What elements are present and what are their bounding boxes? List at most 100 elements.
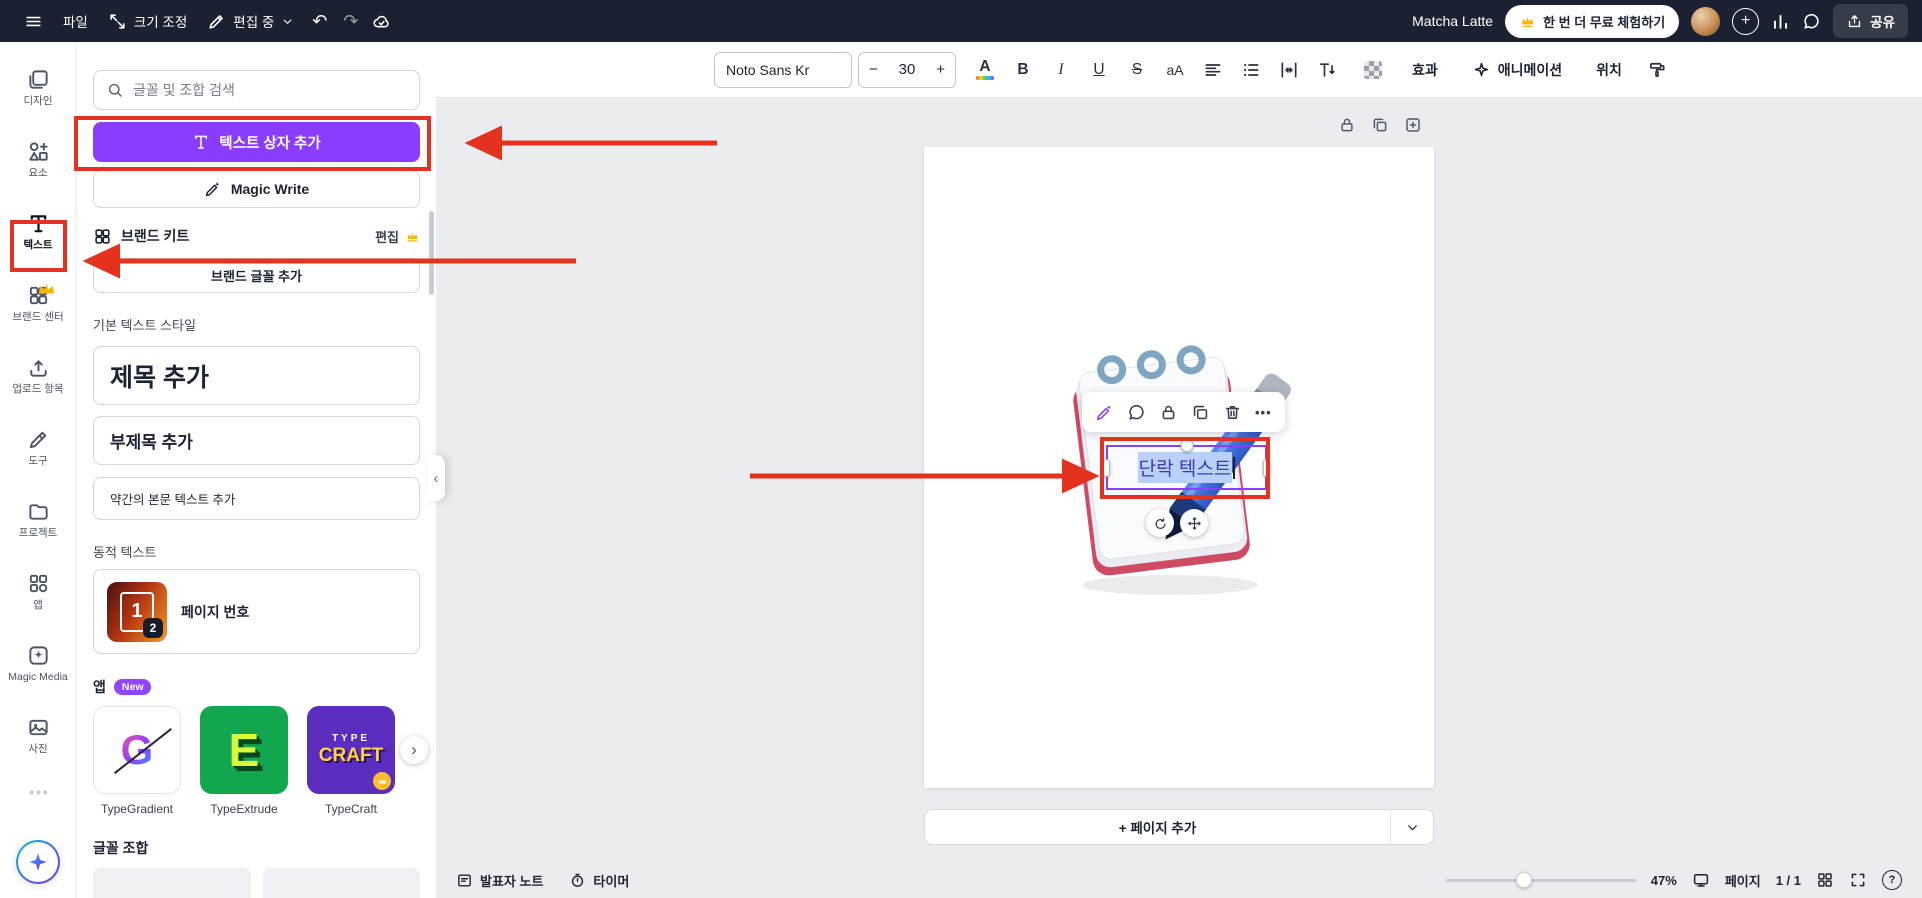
- add-page-icon[interactable]: [1404, 116, 1422, 134]
- app-tile-typeextrude[interactable]: E: [200, 706, 288, 794]
- heading-style-card[interactable]: 제목 추가: [93, 346, 420, 405]
- design-title[interactable]: Matcha Latte: [1412, 13, 1493, 29]
- italic-button[interactable]: I: [1046, 54, 1076, 86]
- panel-collapse-button[interactable]: ‹: [427, 455, 445, 501]
- sidebar-item-apps[interactable]: 앱: [2, 556, 74, 628]
- insights-chart-icon[interactable]: [1771, 12, 1790, 31]
- zoom-value[interactable]: 47%: [1651, 873, 1677, 888]
- share-button[interactable]: 공유: [1833, 4, 1908, 38]
- redo-button[interactable]: ↷: [335, 8, 366, 34]
- letter-spacing-button[interactable]: [1274, 54, 1304, 86]
- magic-write-button[interactable]: Magic Write: [93, 170, 420, 208]
- alignment-button[interactable]: [1198, 54, 1228, 86]
- add-page-button[interactable]: + 페이지 추가: [925, 810, 1390, 844]
- add-page-dropdown-button[interactable]: [1391, 810, 1433, 844]
- sidebar-item-photos[interactable]: 사진: [2, 700, 74, 772]
- duplicate-page-icon[interactable]: [1371, 116, 1389, 134]
- selection-right-handle[interactable]: [1263, 458, 1270, 477]
- body-style-card[interactable]: 약간의 본문 텍스트 추가: [93, 477, 420, 520]
- bold-button[interactable]: B: [1008, 54, 1038, 86]
- rotate-handle[interactable]: [1146, 509, 1174, 537]
- more-options-button[interactable]: •••: [1255, 405, 1272, 420]
- selection-left-handle[interactable]: [1103, 458, 1110, 477]
- lock-page-icon[interactable]: [1338, 116, 1356, 134]
- text-case-button[interactable]: aA: [1160, 54, 1190, 86]
- undo-button[interactable]: ↶: [304, 8, 335, 34]
- vertical-text-button[interactable]: [1312, 54, 1342, 86]
- timer-button[interactable]: 타이머: [569, 871, 629, 890]
- sidebar-item-magic-media[interactable]: Magic Media: [2, 628, 74, 700]
- sidebar-item-text[interactable]: 텍스트: [2, 196, 74, 268]
- effects-button[interactable]: 효과: [1402, 52, 1448, 88]
- underline-button[interactable]: U: [1084, 54, 1114, 86]
- font-size-decrease-button[interactable]: −: [869, 61, 878, 78]
- resize-button[interactable]: 크기 조정: [98, 5, 197, 37]
- page-number-card[interactable]: 1 2 페이지 번호: [93, 569, 420, 654]
- add-member-button[interactable]: +: [1732, 7, 1760, 35]
- bold-glyph: B: [1017, 60, 1029, 78]
- list-icon: [1244, 63, 1259, 76]
- sidebar-item-tools[interactable]: 도구: [2, 412, 74, 484]
- app-tile-typecraft[interactable]: TYPE CRAFT: [307, 706, 395, 794]
- zoom-slider-knob[interactable]: [1515, 872, 1532, 888]
- add-brand-font-button[interactable]: 브랜드 글꼴 추가: [93, 258, 420, 293]
- lock-icon[interactable]: [1159, 403, 1178, 422]
- subheading-style-card[interactable]: 부제목 추가: [93, 416, 420, 465]
- duplicate-icon[interactable]: [1191, 403, 1210, 422]
- brand-kit-edit-link[interactable]: 편집: [375, 227, 420, 246]
- move-handle[interactable]: [1180, 509, 1208, 537]
- magic-edit-icon[interactable]: [1095, 403, 1114, 422]
- sidebar-item-uploads[interactable]: 업로드 항목: [2, 340, 74, 412]
- add-textbox-button[interactable]: 텍스트 상자 추가: [93, 122, 420, 162]
- apps-scroll-right-button[interactable]: ›: [400, 736, 428, 764]
- text-color-button[interactable]: A: [970, 54, 1000, 86]
- pages-label[interactable]: 페이지: [1725, 871, 1761, 890]
- typecraft-logo-top: TYPE: [331, 733, 371, 744]
- app-name: TypeExtrude: [210, 802, 278, 816]
- copy-style-button[interactable]: [1642, 54, 1672, 86]
- free-trial-button[interactable]: 한 번 더 무료 체험하기: [1505, 4, 1680, 38]
- strikethrough-button[interactable]: S: [1122, 54, 1152, 86]
- canvas-text-element[interactable]: 단락 텍스트: [1103, 439, 1270, 490]
- zoom-slider[interactable]: [1445, 872, 1636, 888]
- brand-kit-row[interactable]: 브랜드 키트 편집: [93, 224, 420, 248]
- panel-scrollbar[interactable]: [429, 211, 434, 295]
- presenter-notes-button[interactable]: 발표자 노트: [456, 871, 543, 890]
- transparency-button[interactable]: [1358, 54, 1388, 86]
- sidebar-item-label: 요소: [28, 167, 48, 180]
- page-number-thumb-badge: 2: [143, 617, 163, 638]
- pages-icon[interactable]: [1692, 871, 1710, 889]
- grid-view-icon[interactable]: [1816, 871, 1834, 889]
- font-size-value[interactable]: 30: [899, 61, 916, 78]
- list-button[interactable]: [1236, 54, 1266, 86]
- canvas-workspace: ••• 단락 텍스트 + 페이지 추가: [436, 98, 1922, 862]
- editing-mode-button[interactable]: 편집 중: [197, 5, 304, 37]
- position-button[interactable]: 위치: [1586, 52, 1632, 88]
- comments-icon[interactable]: [1802, 12, 1821, 31]
- sidebar-item-projects[interactable]: 프로젝트: [2, 484, 74, 556]
- help-button[interactable]: ?: [1882, 870, 1902, 890]
- app-tile-typegradient[interactable]: G: [93, 706, 181, 794]
- sidebar-item-elements[interactable]: 요소: [2, 124, 74, 196]
- design-page[interactable]: ••• 단락 텍스트: [924, 147, 1434, 788]
- file-menu-button[interactable]: 파일: [53, 5, 98, 37]
- sidebar-item-brand-center[interactable]: 브랜드 센터: [2, 268, 74, 340]
- font-combo-card[interactable]: [262, 868, 420, 898]
- main-menu-button[interactable]: [14, 6, 53, 37]
- sidebar-item-design[interactable]: 디자인: [2, 52, 74, 124]
- comment-icon[interactable]: [1127, 403, 1146, 422]
- selection-top-handle[interactable]: [1180, 439, 1193, 452]
- font-search[interactable]: [93, 70, 420, 110]
- avatar[interactable]: [1691, 6, 1721, 36]
- fullscreen-icon[interactable]: [1849, 871, 1867, 889]
- topbar-right-group: Matcha Latte 한 번 더 무료 체험하기 + 공유: [1412, 4, 1908, 38]
- font-size-increase-button[interactable]: +: [936, 61, 945, 78]
- font-family-select[interactable]: Noto Sans Kr: [714, 51, 852, 88]
- animate-label: 애니메이션: [1497, 61, 1563, 78]
- trash-icon[interactable]: [1223, 403, 1242, 422]
- search-input[interactable]: [133, 82, 407, 98]
- font-combo-card[interactable]: [93, 868, 251, 898]
- selected-text[interactable]: 단락 텍스트: [1137, 452, 1233, 483]
- animate-button[interactable]: 애니메이션: [1462, 52, 1572, 88]
- canva-assistant-button[interactable]: [16, 840, 60, 884]
